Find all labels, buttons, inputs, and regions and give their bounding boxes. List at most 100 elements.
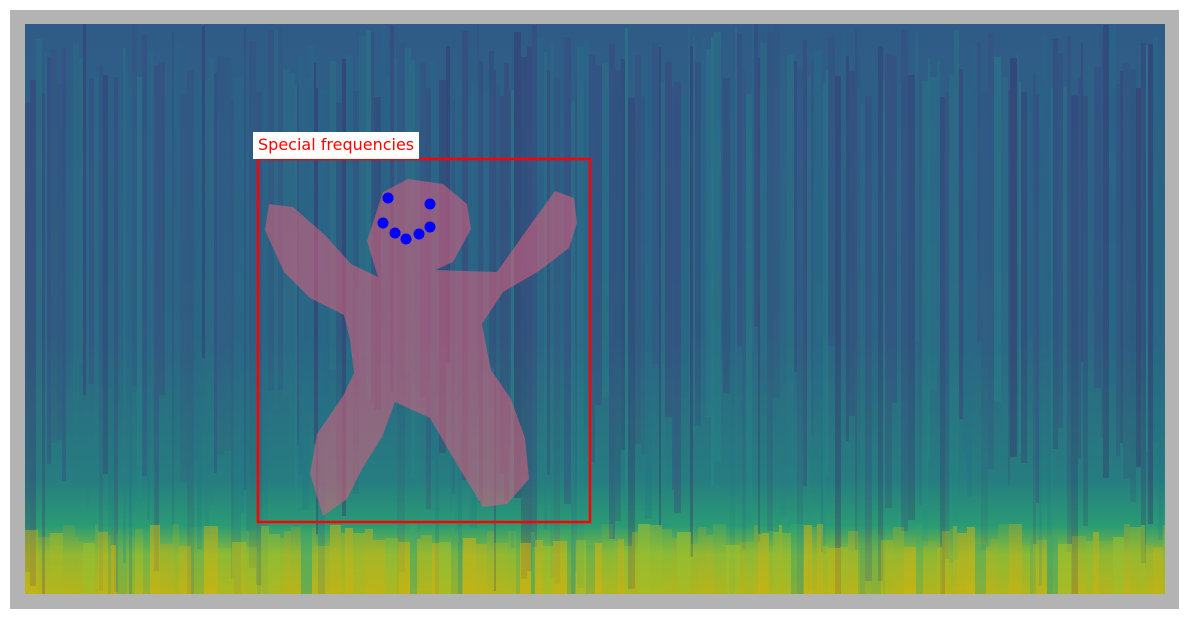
spectrogram-streak [1047, 81, 1051, 594]
spectrogram-streak [94, 77, 99, 449]
spectrogram-low-band-segment [261, 526, 269, 594]
spectrogram-low-band-segment [713, 524, 726, 594]
spectrogram-streak [841, 33, 846, 377]
spectrogram-streak [241, 74, 244, 513]
spectrogram-low-band-segment [280, 538, 284, 594]
spectrogram-low-band-segment [804, 525, 812, 594]
spectrogram-streak [1058, 53, 1063, 428]
face-dot [424, 198, 436, 210]
spectrogram-low-band-segment [726, 545, 740, 594]
spectrogram-streak [214, 73, 217, 473]
spectrogram-streak [123, 48, 126, 563]
spectrogram-streak [746, 94, 752, 523]
spectrogram-low-band-segment [257, 535, 261, 594]
spectrogram-streak [527, 46, 532, 571]
spectrogram-streak [554, 78, 560, 584]
spectrogram-low-band-segment [116, 534, 127, 594]
spectrogram-low-band-segment [754, 525, 758, 594]
spectrogram-streak [126, 58, 129, 360]
spectrogram-streak [855, 30, 857, 550]
spectrogram-streak [187, 70, 194, 594]
spectrogram-low-band-segment [135, 529, 143, 594]
spectrogram-streak [787, 55, 794, 492]
spectrogram-streak [262, 90, 268, 594]
spectrogram-low-band-segment [1037, 540, 1047, 594]
spectrogram-streak [835, 76, 841, 594]
spectrogram-streak [118, 98, 123, 419]
spectrogram-streak [641, 97, 645, 455]
spectrogram-streak [202, 26, 205, 358]
spectrogram-low-band-segment [451, 529, 463, 594]
spectrogram-low-band-segment [191, 527, 204, 594]
spectrogram-streak [963, 69, 967, 451]
spectrogram-streak [814, 50, 821, 398]
spectrogram-streak [635, 55, 641, 444]
spectrogram-low-band-segment [1009, 524, 1022, 594]
spectrogram-streak [994, 57, 1001, 402]
spectrogram-streak [234, 77, 241, 594]
spectrogram-low-band-segment [269, 534, 280, 594]
spectrogram-low-band-segment [476, 544, 487, 594]
spectrogram-streak [1153, 38, 1158, 442]
spectrogram-low-band-segment [632, 532, 638, 594]
spectrogram-streak [621, 59, 625, 450]
spectrogram-low-band-segment [953, 526, 957, 594]
spectrogram-streak [742, 69, 746, 549]
spectrogram-streak [945, 92, 949, 559]
spectrogram-low-band-segment [1153, 547, 1163, 594]
spectrogram-streak [159, 62, 165, 395]
spectrogram-streak [114, 77, 118, 592]
spectrogram-streak [821, 91, 823, 552]
spectrogram-streak [42, 93, 45, 594]
spectrogram-streak [797, 68, 803, 594]
spectrogram-streak [1027, 62, 1033, 418]
spectrogram-streak [86, 88, 89, 507]
spectrogram-low-band-segment [638, 524, 650, 594]
spectrogram-low-band-segment [769, 545, 773, 594]
spectrogram-streak [1083, 96, 1088, 526]
spectrogram-low-band-segment [871, 535, 881, 594]
spectrogram-low-band-segment [232, 542, 246, 594]
spectrogram-streak [701, 38, 706, 401]
spectrogram-low-band-segment [893, 527, 904, 594]
spectrogram-low-band-segment [586, 545, 595, 594]
spectrogram-low-band-segment [1124, 524, 1130, 594]
spectrogram-low-band-segment [1130, 527, 1141, 594]
spectrogram-streak [197, 79, 202, 549]
spectrogram-streak [737, 34, 742, 346]
spectrogram-low-band-segment [421, 535, 432, 594]
spectrogram-low-band-segment [916, 524, 923, 594]
spectrogram-low-band-segment [1047, 537, 1058, 594]
spectrogram-streak [758, 58, 760, 542]
spectrogram-streak [908, 75, 915, 520]
spectrogram-streak [661, 82, 665, 530]
spectrogram-low-band-segment [301, 532, 312, 594]
spectrogram-low-band-segment [942, 531, 950, 594]
spectrogram-low-band-segment [341, 533, 345, 594]
spectrogram-low-band-segment [691, 544, 698, 594]
spectrogram-streak [595, 65, 602, 405]
spectrogram-low-band-segment [516, 530, 520, 594]
spectrogram-low-band-segment [316, 546, 330, 594]
spectrogram-streak [99, 65, 103, 591]
spectrogram-streak [45, 53, 47, 422]
spectrogram-streak [602, 63, 609, 397]
spectrogram-streak [1008, 90, 1010, 485]
spectrogram-streak [51, 49, 57, 443]
spectrogram-streak [217, 56, 224, 455]
face-dot [413, 228, 425, 240]
spectrogram-low-band-segment [127, 528, 135, 594]
spectrogram-low-band-segment [531, 532, 535, 594]
spectrogram-low-band-segment [746, 542, 754, 594]
spectrogram-streak [108, 87, 114, 594]
spectrogram-streak [103, 75, 108, 474]
face-dot [382, 192, 394, 204]
spectrogram-low-band-segment [602, 524, 613, 594]
spectrogram-low-band-segment [782, 533, 791, 594]
spectrogram-streak [550, 44, 554, 578]
spectrogram-low-band-segment [150, 525, 160, 594]
spectrogram-streak [1101, 33, 1103, 438]
spectrogram-streak [865, 96, 872, 581]
spectrogram-low-band-segment [698, 527, 706, 594]
spectrogram-streak [954, 30, 959, 560]
